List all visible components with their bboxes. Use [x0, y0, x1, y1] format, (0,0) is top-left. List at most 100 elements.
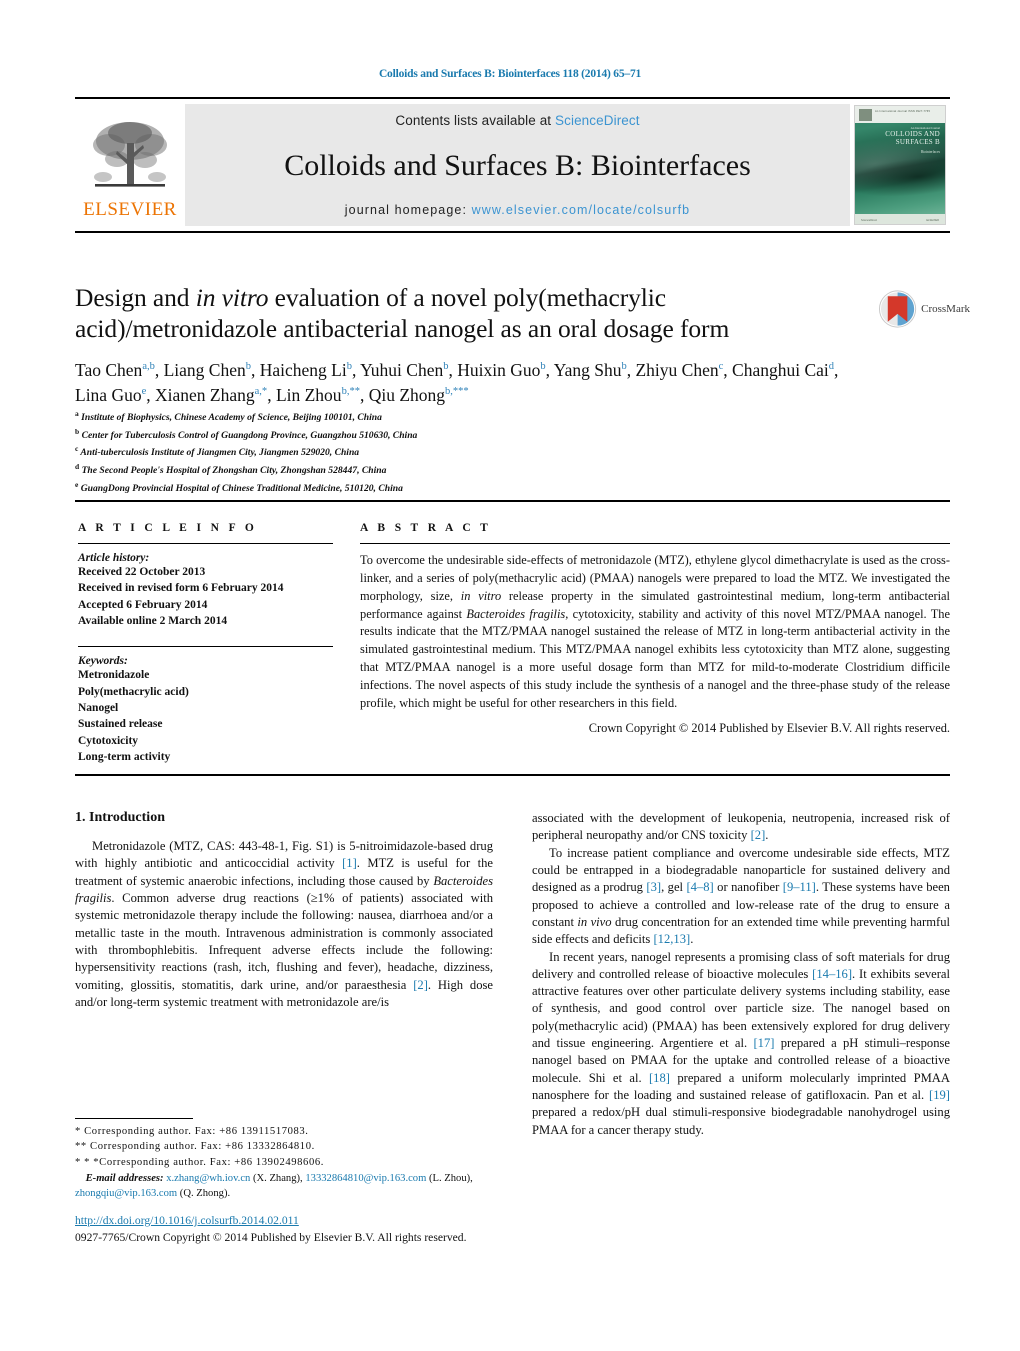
- journal-cover-image: An International Journal ISSN 0927-7765 …: [854, 105, 946, 225]
- right2-italic: in vivo: [577, 914, 612, 929]
- article-history-item: Received 22 October 2013: [78, 566, 206, 578]
- email-link-1[interactable]: x.zhang@wh.iov.cn: [166, 1173, 250, 1184]
- footnote-rule: [75, 1118, 193, 1119]
- affiliation-item: b Center for Tuberculosis Control of Gua…: [75, 426, 418, 441]
- journal-masthead: ELSEVIER Contents lists available at Sci…: [75, 97, 950, 233]
- author-affiliation-marker: b,***: [445, 386, 469, 398]
- article-history-item: Available online 2 March 2014: [78, 614, 228, 627]
- abstract-column: A B S T R A C T To overcome the undesira…: [360, 522, 950, 736]
- affiliation-item: d The Second People's Hospital of Zhongs…: [75, 462, 387, 477]
- title-italic: in vitro: [195, 283, 269, 312]
- homepage-prefix: journal homepage:: [344, 203, 472, 217]
- author-affiliation-marker: b: [346, 360, 352, 372]
- affiliation-item: e GuangDong Provincial Hospital of Chine…: [75, 479, 403, 495]
- article-history-item: Accepted 6 February 2014: [78, 598, 208, 611]
- email-owner-2: (L. Zhou),: [426, 1173, 473, 1185]
- keywords-label: Keywords:: [78, 655, 128, 668]
- article-history-item: Received in revised form 6 February 2014: [78, 582, 284, 595]
- author-name: Changhui Cai: [732, 359, 829, 380]
- elsevier-logo: ELSEVIER: [75, 99, 185, 231]
- citation-ref-17[interactable]: [17]: [753, 1036, 774, 1050]
- author-name: Yang Shu: [553, 359, 622, 380]
- affiliation-item: c Anti-tuberculosis Institute of Jiangme…: [75, 444, 360, 459]
- citation-ref-2[interactable]: [2]: [413, 978, 428, 992]
- sciencedirect-link[interactable]: ScienceDirect: [555, 113, 640, 128]
- crossmark-label: CrossMark: [921, 303, 970, 315]
- author-affiliation-marker: e: [141, 386, 147, 398]
- cover-line3: Biointerfaces: [920, 150, 940, 154]
- article-page: Colloids and Surfaces B: Biointerfaces 1…: [0, 0, 1020, 1351]
- citation-ref-18[interactable]: [18]: [649, 1071, 670, 1085]
- abstract-copyright: Crown Copyright © 2014 Published by Else…: [588, 720, 950, 735]
- author-name: Huixin Guo: [457, 359, 541, 380]
- affiliation-marker: b: [75, 426, 80, 436]
- homepage-line: journal homepage: www.elsevier.com/locat…: [345, 203, 690, 217]
- author-name: Lina Guo: [75, 385, 142, 406]
- paragraph-right-2: To increase patient compliance and overc…: [532, 845, 950, 949]
- section-title-introduction: 1. Introduction: [75, 810, 165, 825]
- right1-a: associated with the development of leuko…: [532, 811, 950, 843]
- right3-e: prepared a redox/pH dual stimuli-respons…: [532, 1105, 950, 1137]
- article-info-column: A R T I C L E I N F O Article history: R…: [78, 522, 333, 765]
- author-list: Tao Chena,b, Liang Chenb, Haicheng Lib, …: [75, 359, 839, 406]
- keyword-item: Sustained release: [78, 718, 163, 731]
- citation-ref-2b[interactable]: [2]: [751, 828, 766, 842]
- abstract-heading: A B S T R A C T: [360, 522, 492, 534]
- citation-ref-1[interactable]: [1]: [342, 856, 357, 870]
- title-area: Design and in vitro evaluation of a nove…: [75, 282, 865, 409]
- article-info-heading: A R T I C L E I N F O: [78, 522, 258, 534]
- body-column-right: associated with the development of leuko…: [532, 810, 950, 1139]
- abstract-text: To overcome the undesirable side-effects…: [360, 552, 950, 713]
- footnote-emails: E-mail addresses: x.zhang@wh.iov.cn (X. …: [75, 1171, 493, 1202]
- author-affiliation-marker: b: [245, 360, 251, 372]
- homepage-url-link[interactable]: www.elsevier.com/locate/colsurfb: [472, 203, 691, 217]
- email-link-3[interactable]: zhongqiu@vip.163.com: [75, 1188, 177, 1199]
- keyword-item: Poly(methacrylic acid): [78, 685, 189, 698]
- contents-prefix: Contents lists available at: [395, 113, 556, 128]
- abstract-italic1: in vitro: [460, 588, 502, 603]
- title-part1: Design and: [75, 283, 196, 312]
- author-name: Tao Chen: [75, 359, 143, 380]
- right1-b: .: [765, 828, 769, 843]
- journal-cover: An International Journal ISSN 0927-7765 …: [850, 99, 950, 231]
- paragraph-intro-1: Metronidazole (MTZ, CAS: 443-48-1, Fig. …: [75, 838, 493, 1011]
- author-affiliation-marker: a,b: [142, 360, 155, 372]
- keywords-block: Keywords: Metronidazole Poly(methacrylic …: [78, 646, 333, 765]
- cover-elsevier-icon: [859, 109, 872, 121]
- masthead-center: Contents lists available at ScienceDirec…: [185, 104, 850, 226]
- article-history-list: Received 22 October 2013 Received in revi…: [78, 564, 333, 629]
- citation-ref-9-11[interactable]: [9–11]: [783, 880, 816, 894]
- email-link-2[interactable]: 13332864810@vip.163.com: [305, 1173, 426, 1184]
- citation-ref-3[interactable]: [3]: [646, 880, 661, 894]
- paragraph-right-1: associated with the development of leuko…: [532, 810, 950, 845]
- journal-title: Colloids and Surfaces B: Biointerfaces: [284, 148, 751, 182]
- right2-f: .: [690, 932, 694, 947]
- email-owner-1: (X. Zhang),: [250, 1173, 306, 1185]
- citation-ref-14-16[interactable]: [14–16]: [812, 967, 852, 981]
- affiliation-marker: e: [75, 479, 79, 489]
- running-head: Colloids and Surfaces B: Biointerfaces 1…: [378, 68, 642, 80]
- footnotes: * Corresponding author. Fax: +86 1391151…: [75, 1118, 493, 1202]
- author-affiliation-marker: b: [443, 360, 449, 372]
- elsevier-tree-icon: [93, 122, 167, 187]
- footnote-line-2: ** Corresponding author. Fax: +86 133328…: [75, 1141, 315, 1153]
- crossmark-badge[interactable]: CrossMark: [878, 283, 970, 335]
- issn-copyright: 0927-7765/Crown Copyright © 2014 Publish…: [75, 1231, 467, 1245]
- doi-link[interactable]: http://dx.doi.org/10.1016/j.colsurfb.201…: [75, 1212, 535, 1229]
- author-name: Qiu Zhong: [368, 385, 446, 406]
- affiliation-marker: d: [75, 462, 80, 472]
- citation-ref-4-8[interactable]: [4–8]: [686, 880, 713, 894]
- article-history-label: Article history:: [78, 552, 150, 564]
- keywords-list: Metronidazole Poly(methacrylic acid) Nanog…: [78, 667, 333, 765]
- citation-ref-12-13[interactable]: [12,13]: [653, 932, 690, 946]
- elsevier-wordmark: ELSEVIER: [83, 199, 177, 220]
- author-affiliation-marker: b: [540, 360, 546, 372]
- right2-c: or nanofiber: [713, 880, 783, 895]
- affiliation-item: a Institute of Biophysics, Chinese Acade…: [75, 409, 382, 424]
- citation-ref-19[interactable]: [19]: [929, 1088, 950, 1102]
- author-name: Zhiyu Chen: [635, 359, 719, 380]
- author-affiliation-marker: c: [718, 360, 724, 372]
- info-top-rule: [75, 500, 950, 502]
- keyword-item: Long-term activity: [78, 750, 171, 763]
- contents-line: Contents lists available at ScienceDirec…: [395, 113, 639, 128]
